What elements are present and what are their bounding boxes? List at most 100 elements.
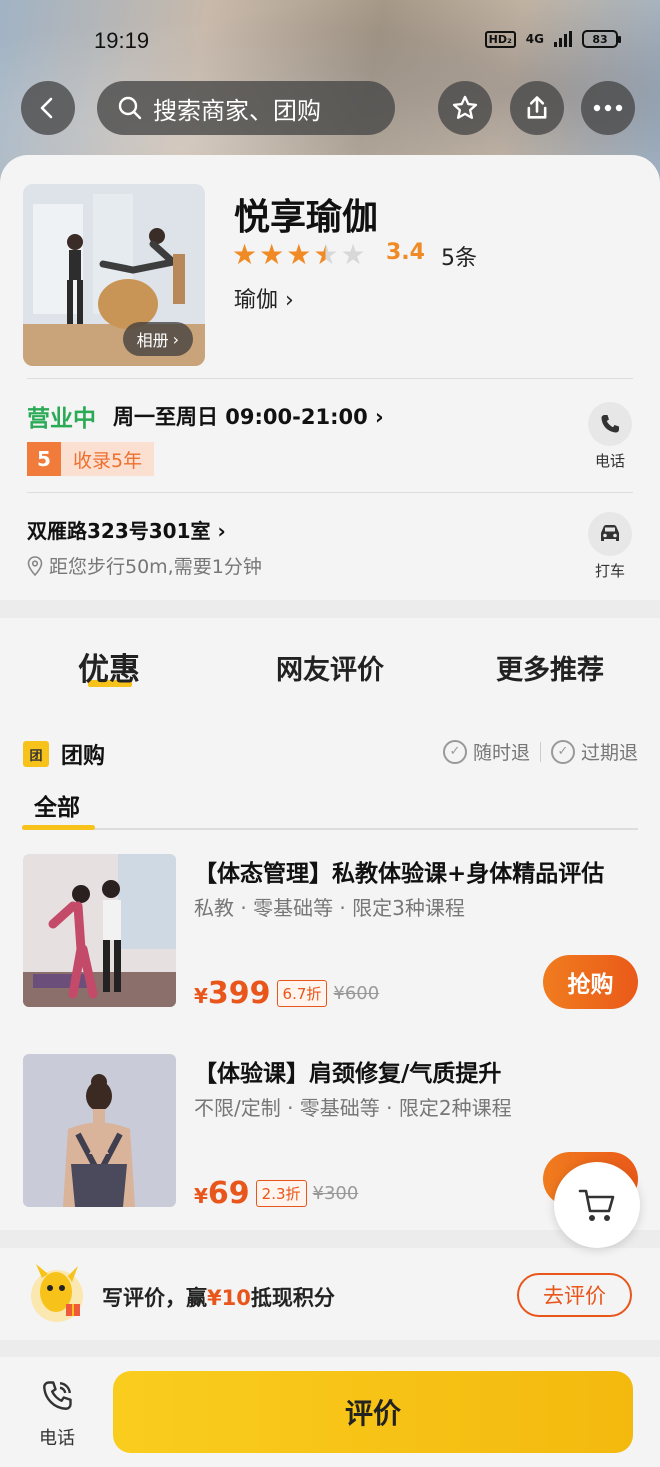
deal-price: ¥399 (194, 976, 271, 1011)
shop-name: 悦享瑜伽 (234, 197, 379, 238)
deal-price-row: ¥69 2.3折 ¥300 (194, 1176, 358, 1211)
write-review-button[interactable]: 去评价 (517, 1273, 632, 1317)
refund-anytime-tag: ✓ 随时退 (442, 738, 530, 765)
more-dots-icon (593, 104, 623, 112)
currency-symbol: ¥ (194, 1184, 208, 1208)
star-icon: ★ (286, 238, 312, 271)
price-value: 399 (207, 976, 271, 1011)
more-button[interactable] (581, 81, 635, 135)
tab-recommendations[interactable]: 更多推荐 (496, 648, 604, 687)
years-number: 5 (27, 442, 61, 476)
group-buy-header: 团 团购 (23, 738, 105, 770)
refund-expired-tag: ✓ 过期退 (550, 738, 638, 765)
category-label: 瑜伽 (234, 288, 279, 313)
status-icons: HD₂ 4G 83 (484, 30, 621, 48)
star-icon: ★ (259, 238, 285, 271)
check-circle-icon: ✓ (442, 739, 467, 764)
taxi-label: 打车 (594, 562, 625, 580)
phone-button[interactable]: 电话 (582, 402, 638, 471)
review-cta-button[interactable]: 评价 (113, 1371, 633, 1453)
check-circle-icon: ✓ (550, 739, 575, 764)
share-icon (527, 96, 547, 119)
divider (27, 492, 633, 493)
review-count[interactable]: 5条 (441, 240, 477, 272)
divider (539, 741, 541, 762)
share-button[interactable] (510, 81, 564, 135)
half-star-icon: ★ (313, 238, 339, 271)
distance-text: 距您步行50m,需要1分钟 (49, 556, 262, 578)
search-icon (118, 96, 142, 120)
deal-tags: 私教 · 零基础等 · 限定3种课程 (194, 896, 465, 920)
bottom-phone-label: 电话 (39, 1428, 75, 1449)
status-time: 19:19 (94, 28, 150, 53)
bottom-phone-button[interactable]: 电话 (30, 1378, 84, 1450)
deal-image[interactable] (23, 1054, 176, 1207)
shop-address[interactable]: 双雁路323号301室 › (27, 515, 226, 544)
filter-all-tab[interactable]: 全部 (34, 788, 80, 822)
chevron-right-icon: › (172, 329, 179, 349)
rating-stars: ★ ★ ★ ★ ★ (232, 240, 366, 270)
original-price: ¥600 (333, 983, 380, 1004)
deal-photo (23, 854, 176, 1007)
battery-level: 83 (592, 32, 608, 46)
deal-image[interactable] (23, 854, 176, 1007)
hours-text: 周一至周日 09:00-21:00 (113, 405, 368, 429)
business-hours[interactable]: 周一至周日 09:00-21:00 › (113, 401, 384, 431)
group-buy-icon: 团 (23, 741, 49, 767)
cart-icon (578, 1189, 615, 1221)
filter-active-indicator (22, 825, 95, 830)
star-icon: ★ (340, 238, 366, 271)
search-input[interactable]: 搜索商家、团购 (97, 81, 395, 135)
chevron-right-icon: › (375, 405, 384, 429)
car-icon (588, 512, 632, 556)
taxi-button[interactable]: 打车 (582, 512, 638, 581)
status-bar: 19:19 HD₂ 4G 83 (0, 0, 660, 84)
address-text: 双雁路323号301室 (27, 519, 211, 543)
open-status: 营业中 (27, 406, 96, 432)
original-price: ¥300 (312, 1183, 359, 1204)
listed-years-badge: 5 收录5年 (27, 442, 155, 476)
group-buy-title: 团购 (61, 744, 106, 769)
price-value: 69 (207, 1176, 250, 1211)
divider (27, 378, 633, 379)
promo-prefix: 写评价，赢 (102, 1286, 207, 1310)
refund-policies: ✓ 随时退 ✓ 过期退 (442, 738, 638, 765)
years-label: 收录5年 (61, 442, 155, 476)
refund-anytime-label: 随时退 (472, 742, 530, 764)
cart-button[interactable] (554, 1162, 640, 1248)
chevron-right-icon: › (217, 519, 226, 543)
star-outline-icon (452, 95, 478, 119)
album-button[interactable]: 相册 › (122, 322, 193, 356)
deal-tags: 不限/定制 · 零基础等 · 限定2种课程 (194, 1096, 512, 1120)
promo-amount: ¥10 (207, 1286, 251, 1310)
shop-photo[interactable]: 相册 › (23, 184, 205, 366)
mascot-icon (28, 1262, 86, 1324)
network-label: 4G (525, 32, 544, 46)
refund-expired-label: 过期退 (580, 742, 638, 764)
tab-reviews[interactable]: 网友评价 (276, 648, 384, 687)
filter-underline (22, 828, 638, 830)
phone-outline-icon (43, 1381, 72, 1410)
promo-suffix: 抵现积分 (250, 1286, 335, 1310)
back-arrow-icon (40, 97, 53, 119)
search-placeholder: 搜索商家、团购 (153, 96, 321, 125)
currency-symbol: ¥ (194, 984, 208, 1008)
star-icon: ★ (232, 238, 258, 271)
signal-icon (554, 31, 572, 47)
battery-icon: 83 (582, 30, 621, 48)
album-label: 相册 (136, 331, 169, 350)
review-promo-text: 写评价，赢¥10抵现积分 (102, 1282, 335, 1312)
phone-label: 电话 (594, 452, 625, 470)
chevron-right-icon: › (285, 288, 294, 313)
phone-icon (588, 402, 632, 446)
rating-value: 3.4 (386, 240, 425, 265)
walking-distance: 距您步行50m,需要1分钟 (27, 552, 262, 579)
deal-title[interactable]: 【体态管理】私教体验课+身体精品评估 (194, 854, 640, 888)
buy-button[interactable]: 抢购 (543, 955, 638, 1009)
back-button[interactable] (21, 81, 75, 135)
tab-deals[interactable]: 优惠 (78, 644, 140, 689)
shop-category[interactable]: 瑜伽 › (234, 282, 294, 314)
discount-badge: 2.3折 (255, 1180, 307, 1207)
favorite-button[interactable] (438, 81, 492, 135)
deal-title[interactable]: 【体验课】肩颈修复/气质提升 (194, 1054, 640, 1088)
